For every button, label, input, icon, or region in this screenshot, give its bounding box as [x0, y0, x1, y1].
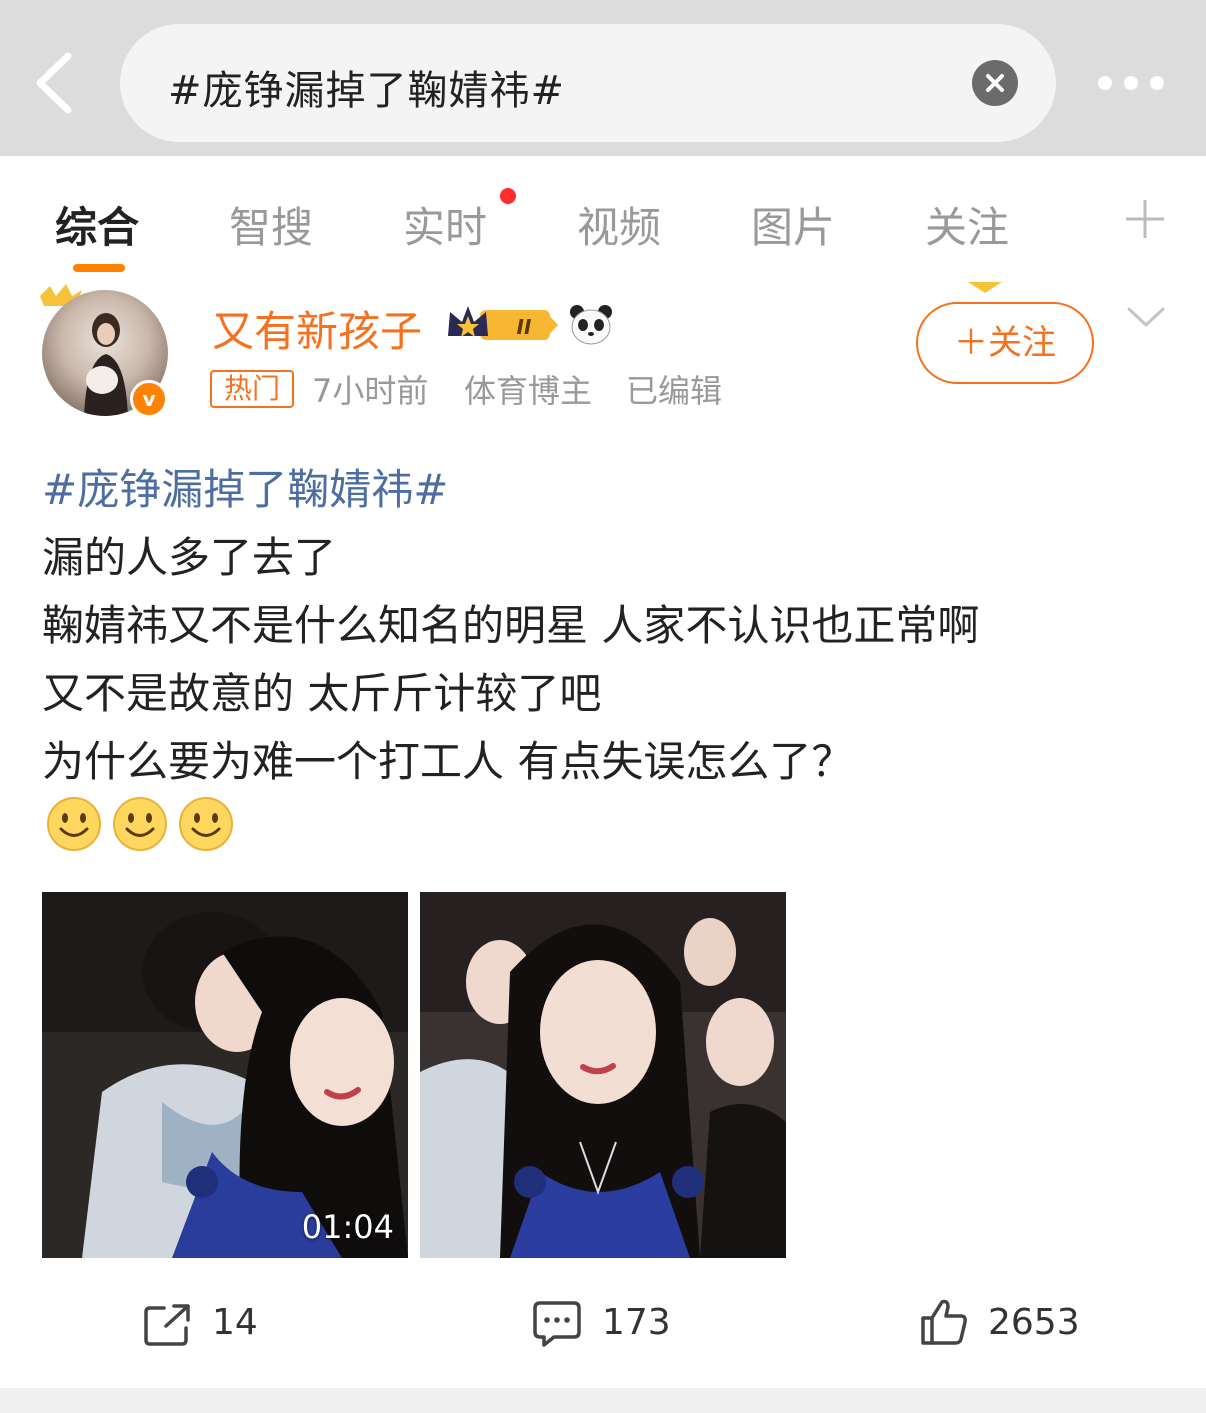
- author-name[interactable]: 又有新孩子: [212, 298, 422, 359]
- bottom-divider: [0, 1388, 1206, 1413]
- tab-realtime[interactable]: 实时: [403, 194, 487, 255]
- image-thumbnail[interactable]: [420, 892, 786, 1258]
- verified-badge: v: [130, 380, 168, 418]
- follow-decoration-icon: [968, 282, 1002, 293]
- repost-icon: [144, 1304, 190, 1346]
- smile-emoji-icon: [47, 797, 101, 851]
- comment-count: 173: [602, 1302, 671, 1343]
- tab-images[interactable]: 图片: [751, 194, 835, 255]
- thumbs-up-icon: [921, 1299, 967, 1345]
- video-thumbnail[interactable]: 01:04: [42, 892, 408, 1258]
- video-duration: 01:04: [301, 1208, 394, 1246]
- video-scene-icon: [42, 892, 408, 1258]
- smile-emoji-icon: [113, 797, 167, 851]
- avatar-figure-icon: [84, 313, 128, 416]
- tab-video[interactable]: 视频: [577, 194, 661, 255]
- image-scene-icon: [420, 892, 786, 1258]
- tab-smart-search[interactable]: 智搜: [229, 194, 313, 255]
- author-category: 体育博主: [464, 372, 593, 410]
- active-tab-indicator: [73, 264, 125, 272]
- search-input[interactable]: #庞铮漏掉了鞠婧祎#: [120, 24, 1056, 142]
- more-options-icon[interactable]: [1092, 74, 1172, 94]
- top-search-bar: #庞铮漏掉了鞠婧祎#: [0, 0, 1206, 156]
- smile-emoji-icon: [179, 797, 233, 851]
- add-tab-icon[interactable]: [1124, 198, 1166, 240]
- like-button[interactable]: 2653: [920, 1296, 1090, 1356]
- edited-label: 已编辑: [626, 372, 723, 410]
- tab-following[interactable]: 关注: [925, 194, 1009, 255]
- tab-comprehensive[interactable]: 综合: [55, 194, 139, 255]
- hot-tag: 热门: [210, 370, 294, 408]
- post-text-line: 又不是故意的 太斤斤计较了吧: [42, 669, 602, 718]
- crown-level-badge-icon: II: [448, 306, 558, 340]
- post-hashtag-link[interactable]: #庞铮漏掉了鞠婧祎#: [42, 456, 448, 517]
- chevron-down-icon[interactable]: [1126, 304, 1166, 330]
- post-text-line: 漏的人多了去了: [42, 533, 337, 582]
- like-count: 2653: [988, 1302, 1080, 1343]
- panda-icon: [570, 305, 612, 345]
- post-text-line: 为什么要为难一个打工人 有点失误怎么了？: [42, 737, 854, 786]
- comment-button[interactable]: 173: [532, 1296, 692, 1356]
- back-arrow-icon[interactable]: [30, 50, 80, 116]
- new-content-dot: [500, 188, 516, 204]
- repost-button[interactable]: 14: [144, 1296, 284, 1356]
- repost-count: 14: [212, 1302, 258, 1343]
- search-query-text: #庞铮漏掉了鞠婧祎#: [168, 68, 566, 114]
- post-text-line: 鞠婧祎又不是什么知名的明星 人家不认识也正常啊: [42, 601, 980, 650]
- follow-button[interactable]: ＋关注: [916, 302, 1094, 384]
- clear-search-icon[interactable]: [972, 60, 1018, 106]
- level-badge-text: II: [517, 315, 532, 339]
- search-tabs: 综合 智搜 实时 视频 图片 关注: [0, 156, 1206, 274]
- post-time: 7小时前: [312, 372, 429, 410]
- comment-icon: [533, 1301, 581, 1347]
